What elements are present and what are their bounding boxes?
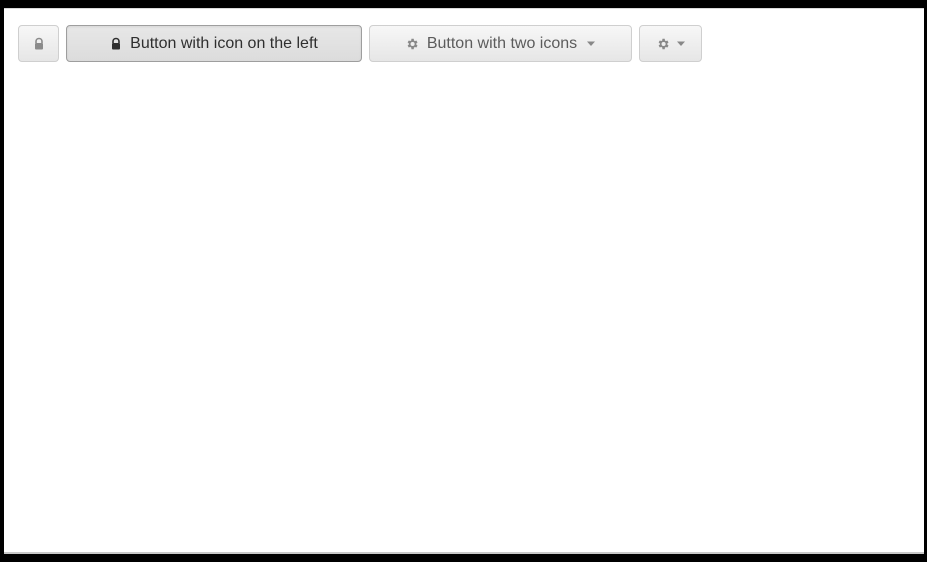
chevron-down-icon xyxy=(586,40,596,48)
gear-icon xyxy=(405,37,419,51)
button-label: Button with two icons xyxy=(426,34,578,52)
app-frame: Button with icon on the left Button with… xyxy=(4,8,924,554)
button-with-icon-left[interactable]: Button with icon on the left xyxy=(66,25,362,62)
chevron-down-icon xyxy=(676,40,686,48)
gear-menu-button[interactable] xyxy=(639,25,702,62)
lock-icon xyxy=(110,37,122,51)
gear-icon xyxy=(656,37,670,51)
button-toolbar: Button with icon on the left Button with… xyxy=(18,25,702,62)
lock-button[interactable] xyxy=(18,25,59,62)
button-label: Button with icon on the left xyxy=(130,34,318,52)
lock-icon xyxy=(33,37,45,51)
button-with-two-icons[interactable]: Button with two icons xyxy=(369,25,632,62)
